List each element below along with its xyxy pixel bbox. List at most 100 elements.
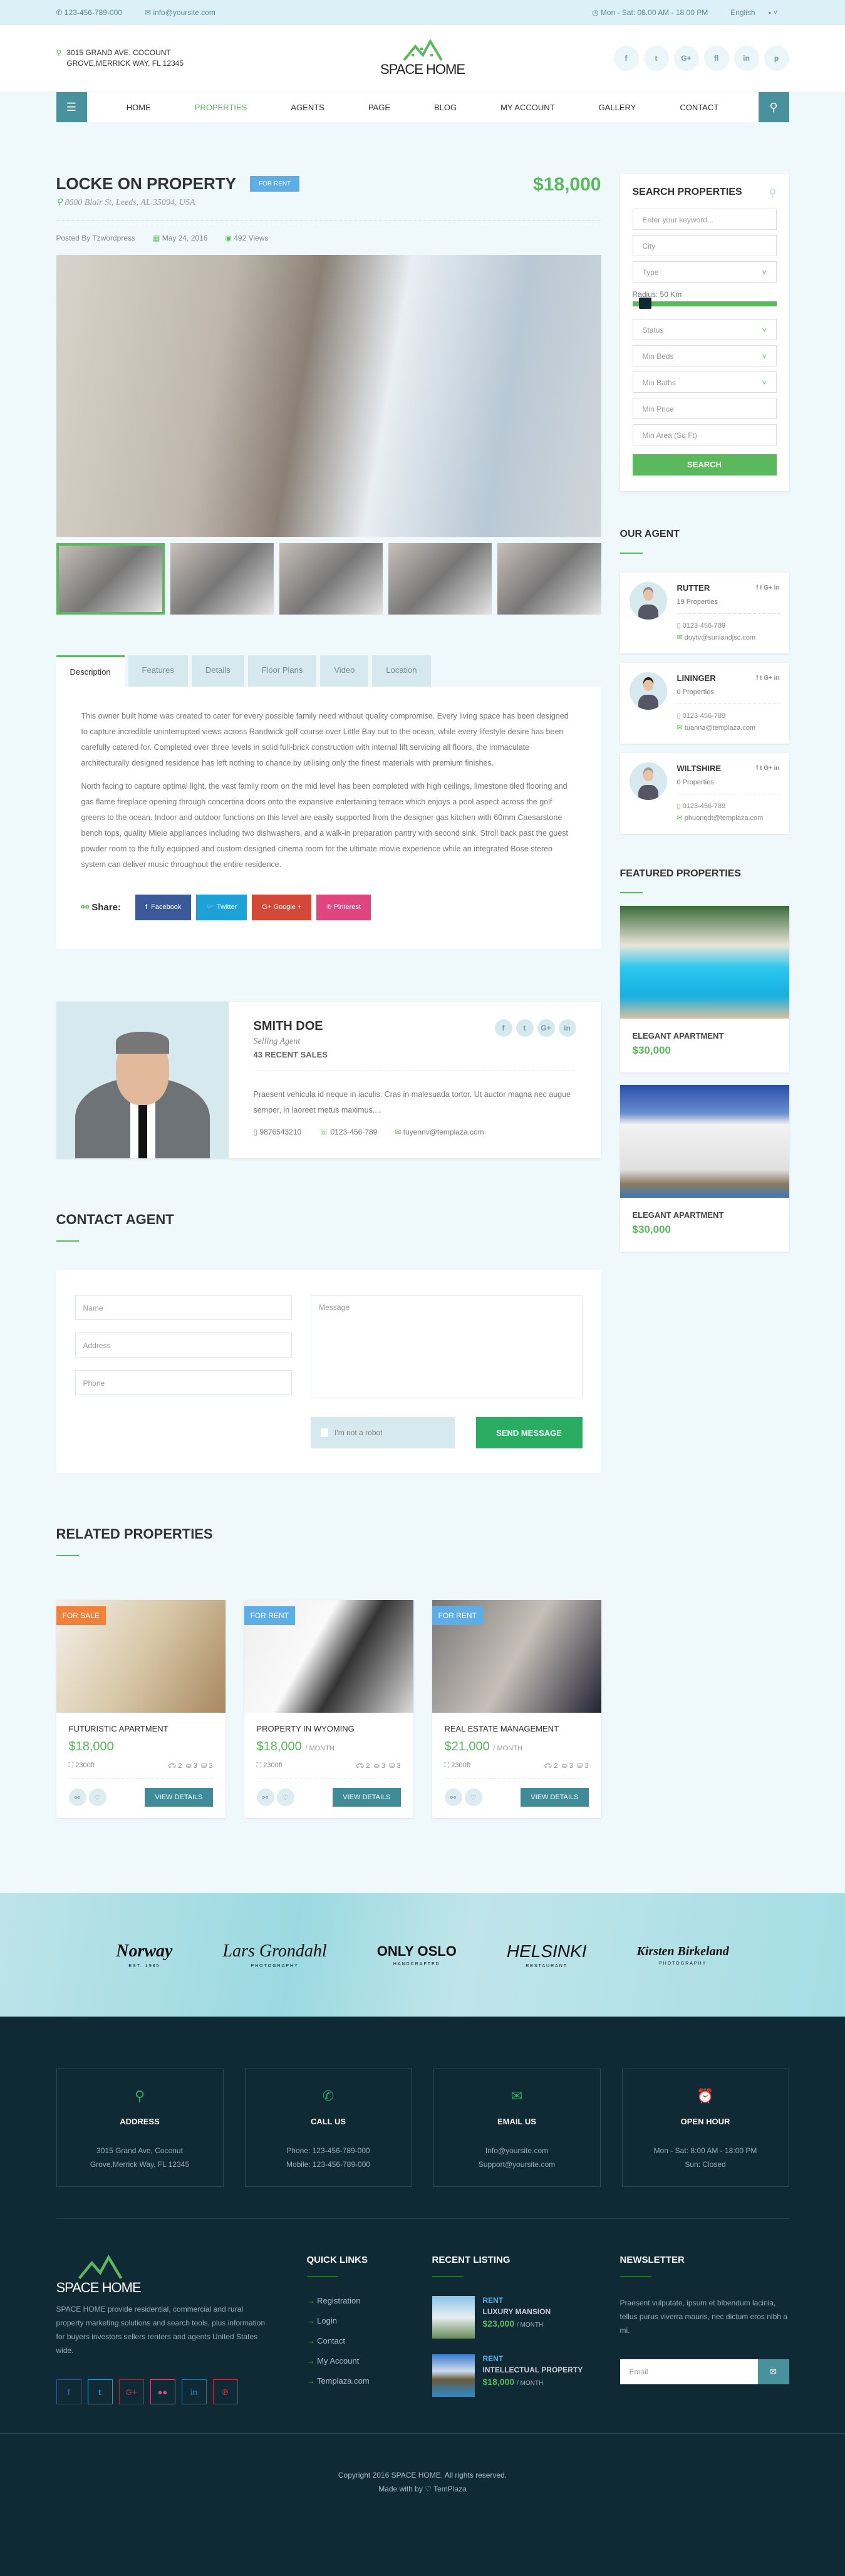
property-image[interactable]: FOR SALE: [56, 1600, 226, 1713]
property-image[interactable]: FOR RENT: [432, 1600, 601, 1713]
property-title[interactable]: REAL ESTATE MANAGEMENT: [445, 1724, 589, 1733]
nav-properties[interactable]: PROPERTIES: [173, 92, 269, 122]
nav-page[interactable]: PAGE: [346, 92, 412, 122]
address-input[interactable]: Address: [75, 1332, 293, 1358]
thumbnail[interactable]: [279, 543, 383, 615]
keyword-input[interactable]: Enter your keyword...: [632, 209, 777, 230]
tab-details[interactable]: Details: [191, 655, 244, 687]
featured-card[interactable]: ELEGANT APARTMENT $30,000: [619, 906, 789, 1072]
recent-listing[interactable]: RENT LUXURY MANSION $23,000 / MONTH: [432, 2296, 601, 2339]
search-button[interactable]: SEARCH: [632, 454, 777, 475]
partner-logo[interactable]: Kirsten Birkeland PHOTOGRAPHY: [636, 1945, 728, 1966]
share-icon[interactable]: ⚯: [444, 1789, 462, 1806]
min-beds-select[interactable]: Min Beds ˅: [632, 345, 777, 366]
property-image[interactable]: FOR RENT: [244, 1600, 413, 1713]
twitter-icon[interactable]: t: [643, 46, 669, 71]
nav-gallery[interactable]: GALLERY: [577, 92, 658, 122]
send-message-button[interactable]: SEND MESSAGE: [475, 1417, 583, 1448]
heart-icon[interactable]: ♡: [276, 1789, 294, 1806]
tab-video[interactable]: Video: [320, 655, 369, 687]
agent-list-item[interactable]: RUTTER f t G+ in 19 Properties ▯ 0123-456-7…: [619, 573, 789, 653]
footer-link[interactable]: Registration: [307, 2296, 413, 2305]
email-info[interactable]: ✉ info@yoursite.com: [145, 8, 227, 17]
share-google-button[interactable]: G+ Google +: [252, 895, 312, 920]
search-icon[interactable]: ⚲: [758, 92, 789, 122]
agent-email[interactable]: ✉ tuyennv@templaza.com: [395, 1128, 484, 1136]
facebook-icon[interactable]: f: [56, 2379, 81, 2404]
menu-icon[interactable]: ☰: [56, 92, 87, 122]
message-textarea[interactable]: Message: [311, 1295, 583, 1398]
tab-features[interactable]: Features: [128, 655, 188, 687]
phone-input[interactable]: Phone: [75, 1370, 293, 1395]
twitter-icon[interactable]: t: [87, 2379, 113, 2404]
share-pinterest-button[interactable]: ℗ Pinterest: [316, 895, 371, 920]
partner-logo[interactable]: Norway EST. 1985: [116, 1941, 172, 1968]
agent-list-item[interactable]: LININGER f t G+ in 0 Properties ▯ 0123-456-…: [619, 663, 789, 744]
featured-card[interactable]: ELEGANT APARTMENT $30,000: [619, 1085, 789, 1252]
status-select[interactable]: Status ˅: [632, 319, 777, 340]
nav-agents[interactable]: AGENTS: [269, 92, 346, 122]
pinterest-icon[interactable]: p: [764, 46, 789, 71]
pinterest-icon[interactable]: ℗: [212, 2379, 238, 2404]
property-title[interactable]: FUTURISTIC APARTMENT: [69, 1724, 213, 1733]
view-details-button[interactable]: VIEW DETAILS: [333, 1788, 401, 1807]
min-area-input[interactable]: Min Area (Sq Ft): [632, 424, 777, 445]
name-input[interactable]: Name: [75, 1295, 293, 1320]
linkedin-icon[interactable]: in: [181, 2379, 207, 2404]
min-baths-select[interactable]: Min Baths ˅: [632, 371, 777, 393]
tab-location[interactable]: Location: [372, 655, 431, 687]
city-input[interactable]: City: [632, 235, 777, 256]
captcha-checkbox[interactable]: I'm not a robot: [311, 1417, 455, 1448]
share-twitter-button[interactable]: 🐦 Twitter: [196, 895, 247, 920]
property-title[interactable]: PROPERTY IN WYOMING: [257, 1724, 401, 1733]
footer-link[interactable]: Contact: [307, 2336, 413, 2345]
footer-link[interactable]: My Account: [307, 2356, 413, 2366]
subscribe-button[interactable]: ✉: [757, 2359, 789, 2384]
nav-blog[interactable]: BLOG: [412, 92, 479, 122]
site-logo[interactable]: SPACE HOME: [380, 39, 465, 78]
property-main-image[interactable]: [56, 255, 601, 537]
slider-handle[interactable]: [638, 298, 651, 309]
nav-contact[interactable]: CONTACT: [658, 92, 740, 122]
view-details-button[interactable]: VIEW DETAILS: [145, 1788, 213, 1807]
tab-floor-plans[interactable]: Floor Plans: [247, 655, 317, 687]
share-facebook-button[interactable]: f Facebook: [135, 895, 192, 920]
heart-icon[interactable]: ♡: [88, 1789, 106, 1806]
google-plus-icon[interactable]: G+: [537, 1019, 555, 1037]
property-card[interactable]: FOR SALE FUTURISTIC APARTMENT $18,000 ⛶ …: [56, 1600, 226, 1818]
footer-link[interactable]: Templaza.com: [307, 2376, 413, 2386]
thumbnail[interactable]: [56, 543, 165, 615]
google-plus-icon[interactable]: G+: [118, 2379, 144, 2404]
google-plus-icon[interactable]: G+: [673, 46, 699, 71]
linkedin-icon[interactable]: in: [558, 1019, 576, 1037]
thumbnail[interactable]: [497, 543, 601, 615]
property-card[interactable]: FOR RENT PROPERTY IN WYOMING $18,000 / M…: [244, 1600, 413, 1818]
social-icons[interactable]: f t G+ in: [756, 582, 780, 594]
heart-icon[interactable]: ♡: [464, 1789, 482, 1806]
flickr-icon[interactable]: fl: [703, 46, 729, 71]
facebook-icon[interactable]: f: [613, 46, 639, 71]
min-price-input[interactable]: Min Price: [632, 398, 777, 419]
share-icon[interactable]: ⚯: [68, 1789, 86, 1806]
share-icon[interactable]: ⚯: [256, 1789, 274, 1806]
partner-logo[interactable]: Lars Grondahl PHOTOGRAPHY: [222, 1941, 326, 1968]
flickr-icon[interactable]: ●●: [150, 2379, 175, 2404]
partner-logo[interactable]: ONLY OSLO HANDCRAFTED: [377, 1943, 457, 1966]
radius-slider[interactable]: [632, 298, 777, 309]
property-card[interactable]: FOR RENT REAL ESTATE MANAGEMENT $21,000 …: [432, 1600, 601, 1818]
social-icons[interactable]: f t G+ in: [756, 762, 780, 774]
thumbnail[interactable]: [170, 543, 274, 615]
footer-link[interactable]: Login: [307, 2316, 413, 2325]
agent-list-item[interactable]: WILTSHIRE f t G+ in 0 Properties ▯ 0123-456…: [619, 753, 789, 834]
twitter-icon[interactable]: t: [516, 1019, 534, 1037]
footer-logo[interactable]: SPACE HOME: [56, 2255, 144, 2296]
language-select[interactable]: English ▪ ˅: [730, 8, 777, 17]
newsletter-email-input[interactable]: Email: [619, 2359, 758, 2384]
partner-logo[interactable]: HELSINKI RESTAURANT: [507, 1941, 587, 1968]
recent-listing[interactable]: RENT INTELLECTUAL PROPERTY $18,000 / MONTH: [432, 2354, 601, 2397]
facebook-icon[interactable]: f: [494, 1019, 512, 1037]
view-details-button[interactable]: VIEW DETAILS: [521, 1788, 589, 1807]
type-select[interactable]: Type ˅: [632, 261, 777, 283]
nav-home[interactable]: HOME: [105, 92, 173, 122]
linkedin-icon[interactable]: in: [734, 46, 759, 71]
